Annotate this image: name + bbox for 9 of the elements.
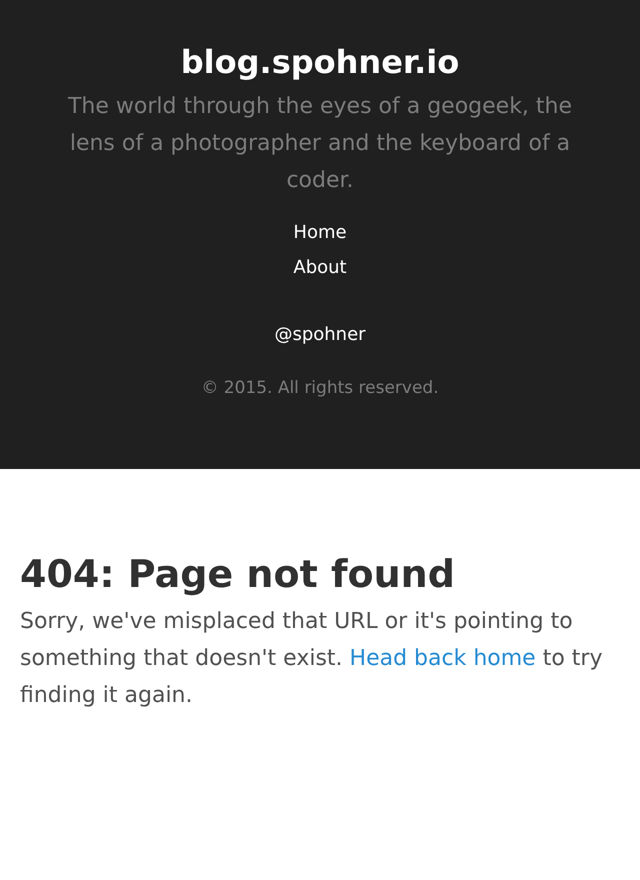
error-message: Sorry, we've misplaced that URL or it's pointing to something that doesn't exist. Head back home to try finding it again. (20, 608, 604, 710)
nav-link[interactable]: About (293, 250, 347, 285)
site-tagline: The world through the eyes of a geogeek, the lens of a photographer and the keyboard of a coder. (66, 93, 574, 195)
site-title[interactable]: blog.spohner.io (180, 40, 460, 84)
social-link[interactable]: @spohner (274, 320, 366, 350)
page-heading: 404: Page not found (20, 551, 456, 598)
home-link[interactable]: Head back home (350, 646, 536, 671)
copyright-text: © 2015. All rights reserved. (201, 377, 439, 400)
nav-link[interactable]: Home (293, 215, 347, 250)
